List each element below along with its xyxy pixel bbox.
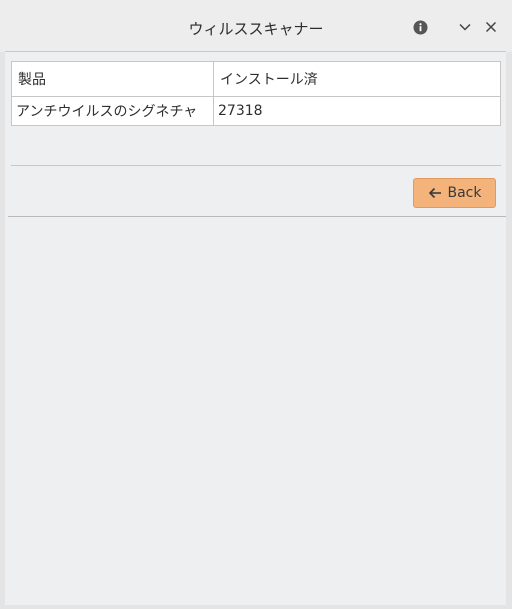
column-header-installed: インストール済	[213, 61, 501, 97]
app-window: ウィルススキャナー 製品 インストール済 アンチウイルスのシグネチャ 27318…	[0, 0, 512, 609]
close-icon	[485, 21, 497, 33]
table-row: アンチウイルスのシグネチャ 27318	[11, 96, 501, 126]
column-header-product: 製品	[11, 61, 214, 97]
arrow-left-icon	[428, 187, 441, 199]
main-content: 製品 インストール済 アンチウイルスのシグネチャ 27318 Back	[5, 51, 506, 605]
info-icon	[413, 20, 427, 34]
window-title: ウィルススキャナー	[188, 20, 324, 38]
divider	[11, 165, 501, 166]
table-header-row: 製品 インストール済	[11, 61, 501, 97]
back-button[interactable]: Back	[413, 178, 496, 208]
close-button[interactable]	[481, 17, 501, 37]
signature-table: 製品 インストール済 アンチウイルスのシグネチャ 27318	[11, 61, 501, 126]
cell-product: アンチウイルスのシグネチャ	[11, 96, 214, 126]
title-bar: ウィルススキャナー	[0, 0, 512, 52]
cell-installed-version: 27318	[213, 96, 501, 126]
chevron-down-icon	[459, 23, 471, 31]
back-button-label: Back	[447, 185, 482, 201]
minimize-button[interactable]	[455, 17, 475, 37]
divider	[8, 216, 506, 217]
info-button[interactable]	[410, 17, 430, 37]
